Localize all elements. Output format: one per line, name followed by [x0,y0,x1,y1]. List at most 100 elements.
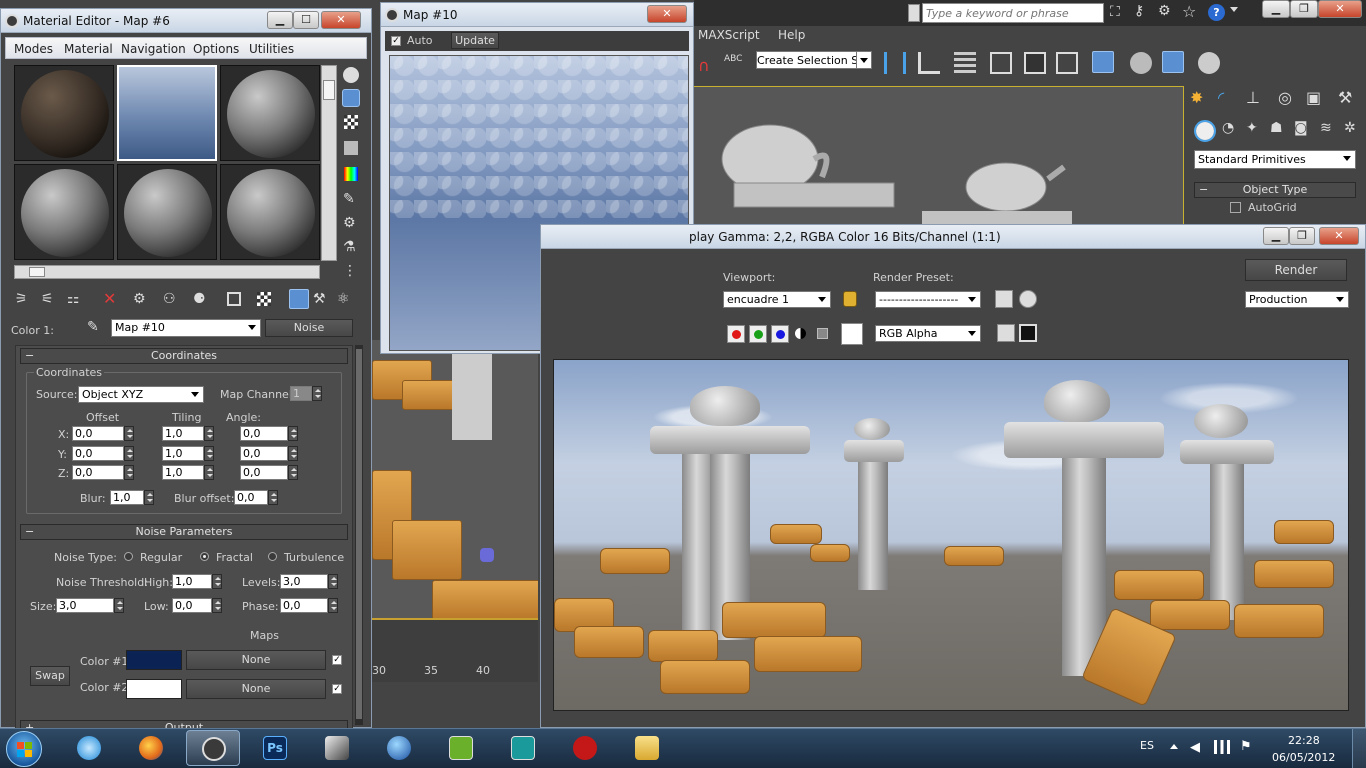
phase-spinner[interactable]: 0,0 [280,598,328,613]
color-2-map-checkbox[interactable]: ✓ [332,684,342,694]
curve-editor-icon[interactable] [1024,52,1046,74]
binoculars-icon[interactable]: ⛶ [1110,4,1120,20]
favorites-star-icon[interactable]: ☆ [1182,2,1196,21]
sample-uv-tiling-icon[interactable] [344,141,358,155]
map-channel-spinner[interactable]: 1 [290,386,312,401]
render-restore-button[interactable]: ❐ [1289,227,1315,245]
offset-y-arrows[interactable] [124,446,134,461]
communication-icon[interactable]: ⚙ [1158,3,1171,19]
motion-tab-icon[interactable]: ◎ [1278,88,1292,107]
shapes-icon[interactable]: ◔ [1222,120,1234,136]
swap-button[interactable]: Swap [30,666,70,686]
modify-tab-icon[interactable]: ◜ [1218,88,1224,107]
magnet-icon[interactable]: ∩ [698,56,710,75]
object-type-rollout[interactable]: − Object Type [1194,182,1356,198]
taskbar-autocad-2[interactable] [496,730,550,766]
turbulence-radio[interactable] [268,552,277,561]
menu-material[interactable]: Material [64,42,113,56]
search-input[interactable] [922,3,1104,23]
map-channel-arrows[interactable] [312,386,322,401]
mat-maximize-button[interactable]: ☐ [293,11,319,29]
offset-z-arrows[interactable] [124,465,134,480]
systems-icon[interactable]: ✲ [1344,120,1356,136]
abc-icon[interactable]: ABC [724,54,742,64]
angle-x-spinner[interactable]: 0,0 [240,426,288,441]
help-icon[interactable]: ? [1208,4,1225,21]
key-icon[interactable]: ⚷ [1134,3,1144,19]
select-by-material-icon[interactable]: ⚗ [343,239,356,255]
taskbar-explorer[interactable] [620,730,674,766]
tiling-y-arrows[interactable] [204,446,214,461]
layers-icon[interactable] [954,52,976,74]
sample-type-icon[interactable] [343,67,359,83]
slots-horizontal-scrollbar[interactable] [14,265,320,279]
clock-time[interactable]: 22:28 [1288,734,1320,747]
toggle-ui-overlay-icon[interactable] [997,324,1015,342]
render-button[interactable]: Render [1245,259,1347,281]
primitives-dropdown[interactable]: Standard Primitives [1194,150,1356,169]
render-preset-dropdown[interactable]: -------------------- [875,291,981,308]
size-spinner[interactable]: 3,0 [56,598,114,613]
align-icon[interactable] [918,52,940,74]
options-icon[interactable]: ⚙ [343,215,356,231]
show-end-result-icon[interactable] [289,289,309,309]
menu-options[interactable]: Options [193,42,239,56]
video-color-check-icon[interactable] [344,167,358,181]
geometry-icon[interactable] [1194,120,1216,142]
timeline[interactable]: 30 35 40 [372,618,538,682]
high-spinner[interactable]: 1,0 [172,574,212,589]
render-frame-titlebar[interactable]: play Gamma: 2,2, RGBA Color 16 Bits/Chan… [541,225,1365,249]
mat-close-button[interactable]: ✕ [321,11,361,29]
angle-x-arrows[interactable] [288,426,298,441]
toggle-ui-icon[interactable] [1019,324,1037,342]
autogrid-checkbox[interactable] [1230,202,1241,213]
menu-modes[interactable]: Modes [14,42,53,56]
go-to-parent-icon[interactable]: ⚒ [313,291,326,307]
utilities-tab-icon[interactable]: ⚒ [1338,88,1352,107]
map-name-dropdown[interactable]: Map #10 [111,319,261,337]
render-setup-button[interactable] [995,290,1013,308]
reset-map-icon[interactable]: ✕ [103,289,116,308]
phase-arrows[interactable] [328,598,338,613]
coordinates-rollout-header[interactable]: − Coordinates [20,348,348,364]
render-minimize-button[interactable]: ▁ [1263,227,1289,245]
mirror-icon[interactable] [884,52,906,74]
size-arrows[interactable] [114,598,124,613]
menu-help[interactable]: Help [778,28,805,42]
fractal-radio[interactable] [200,552,209,561]
angle-y-spinner[interactable]: 0,0 [240,446,288,461]
color-1-map-button[interactable]: None [186,650,326,670]
show-map-in-viewport-icon[interactable] [257,292,271,306]
noise-parameters-rollout-header[interactable]: − Noise Parameters [20,524,348,540]
taskbar-firefox[interactable] [124,730,178,766]
network-icon[interactable] [1214,740,1230,754]
tiling-z-spinner[interactable]: 1,0 [162,465,204,480]
help-dropdown-icon[interactable] [1230,7,1238,12]
info-center-arrow[interactable] [908,4,920,22]
taskbar-itunes[interactable] [62,730,116,766]
levels-arrows[interactable] [328,574,338,589]
red-channel-toggle[interactable] [727,325,745,343]
spacewarps-icon[interactable]: ≋ [1320,120,1332,136]
menu-navigation[interactable]: Navigation [121,42,186,56]
map-close-button[interactable]: ✕ [647,5,687,23]
offset-x-spinner[interactable]: 0,0 [72,426,124,441]
angle-z-spinner[interactable]: 0,0 [240,465,288,480]
angle-z-arrows[interactable] [288,465,298,480]
taskbar-photoshop[interactable]: Ps [248,730,302,766]
get-material-icon[interactable]: ⚞ [15,291,28,307]
update-button[interactable]: Update [451,32,499,49]
tiling-x-arrows[interactable] [204,426,214,441]
make-unique-icon[interactable]: ⚇ [163,291,176,307]
color-1-map-checkbox[interactable]: ✓ [332,655,342,665]
sample-slot-6[interactable] [220,164,320,260]
eyedropper-icon[interactable]: ✎ [87,319,99,335]
go-forward-sibling-icon[interactable]: ⚛ [337,291,350,307]
material-id-channel-icon[interactable] [227,292,241,306]
taskbar-autocad-1[interactable] [434,730,488,766]
sample-slot-2-active[interactable] [117,65,217,161]
cameras-icon[interactable]: ☗ [1270,120,1283,136]
blur-offset-spinner[interactable]: 0,0 [234,490,268,505]
viewport-dropdown[interactable]: encuadre 1 [723,291,831,308]
swatch-color[interactable] [841,323,863,345]
